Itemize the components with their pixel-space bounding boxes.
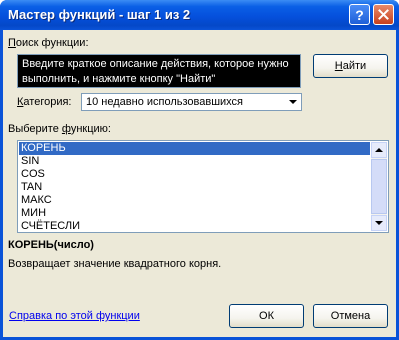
scrollbar-thumb[interactable] <box>371 159 387 214</box>
ok-button[interactable]: ОК <box>229 304 304 328</box>
find-button-label: Найти <box>334 60 367 72</box>
close-button[interactable] <box>373 4 394 25</box>
cancel-button[interactable]: Отмена <box>313 304 388 328</box>
vertical-scrollbar[interactable] <box>371 142 387 231</box>
list-item[interactable]: СЧЁТЕСЛИ <box>19 220 370 233</box>
scroll-down-button[interactable] <box>371 215 387 231</box>
scroll-down-icon <box>375 221 383 225</box>
category-value: 10 недавно использовавшихся <box>86 96 244 108</box>
scroll-up-icon <box>375 148 383 152</box>
function-description: Возвращает значение квадратного корня. <box>8 258 222 270</box>
scroll-up-button[interactable] <box>371 142 387 158</box>
title-bar[interactable]: Мастер функций - шаг 1 из 2 ? <box>0 0 399 30</box>
ok-button-label: ОК <box>259 310 274 322</box>
help-icon: ? <box>355 6 364 23</box>
search-label: Поиск функции: <box>8 37 89 49</box>
function-list-items: КОРЕНЬ SIN COS TAN МАКС МИН СЧЁТЕСЛИ <box>19 142 370 233</box>
function-listbox[interactable]: КОРЕНЬ SIN COS TAN МАКС МИН СЧЁТЕСЛИ <box>17 140 389 233</box>
function-help-link[interactable]: Справка по этой функции <box>9 310 140 322</box>
close-icon <box>378 9 389 20</box>
cancel-button-label: Отмена <box>330 310 371 322</box>
search-input[interactable]: Введите краткое описание действия, котор… <box>17 54 301 88</box>
dialog-body: Поиск функции: Введите краткое описание … <box>3 30 396 337</box>
list-item[interactable]: TAN <box>19 181 370 194</box>
function-wizard-dialog: Мастер функций - шаг 1 из 2 ? Поиск функ… <box>0 0 399 340</box>
category-label: Категория: <box>17 96 72 108</box>
category-dropdown-button[interactable] <box>285 95 300 109</box>
window-title: Мастер функций - шаг 1 из 2 <box>8 7 191 22</box>
list-item[interactable]: МАКС <box>19 194 370 207</box>
function-list-label: Выберите функцию: <box>8 123 111 135</box>
category-select[interactable]: 10 недавно использовавшихся <box>81 93 302 111</box>
list-item[interactable]: COS <box>19 168 370 181</box>
list-item[interactable]: МИН <box>19 207 370 220</box>
help-button[interactable]: ? <box>349 4 370 25</box>
chevron-down-icon <box>288 100 297 104</box>
list-item[interactable]: SIN <box>19 155 370 168</box>
list-item[interactable]: КОРЕНЬ <box>19 142 370 155</box>
function-signature: КОРЕНЬ(число) <box>8 239 94 251</box>
find-button[interactable]: Найти <box>313 54 388 78</box>
